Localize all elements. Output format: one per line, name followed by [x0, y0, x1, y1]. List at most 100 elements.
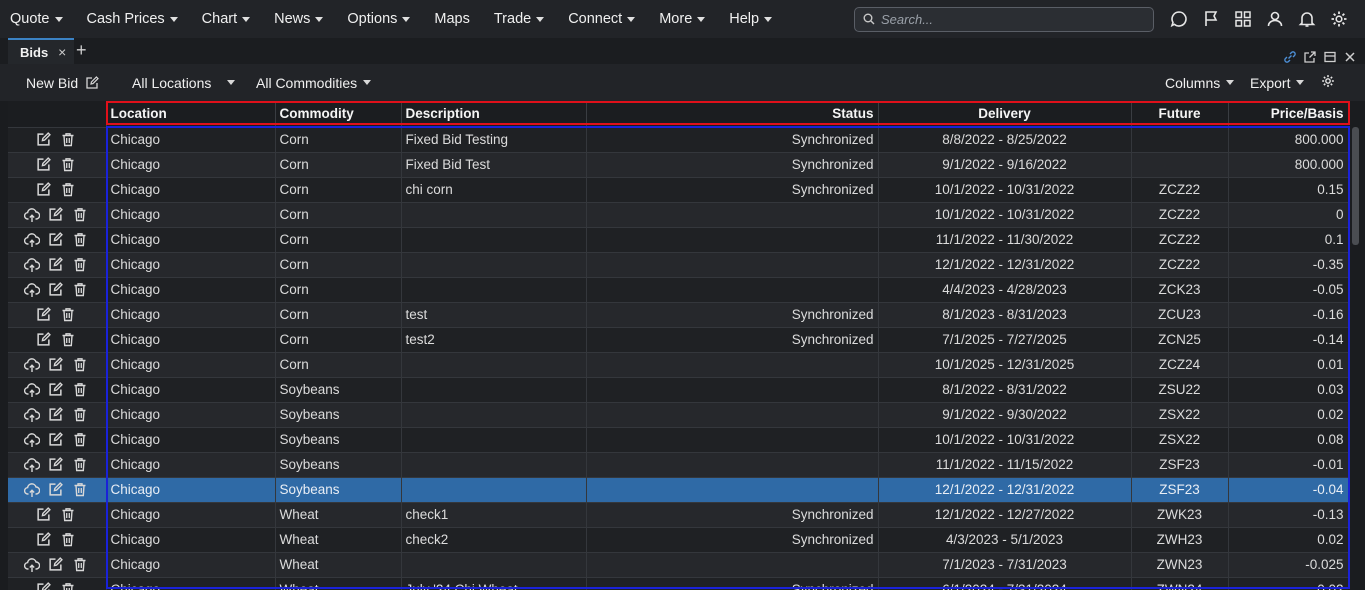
nav-item-maps[interactable]: Maps	[422, 0, 481, 38]
gear-icon[interactable]	[1323, 0, 1355, 38]
cell-description[interactable]	[401, 551, 587, 577]
cell-delivery[interactable]: 8/1/2022 - 8/31/2022	[878, 376, 1132, 402]
cell-delivery[interactable]: 4/4/2023 - 4/28/2023	[878, 276, 1132, 302]
cell-price-basis[interactable]: 800.000	[1228, 126, 1348, 152]
cell-status[interactable]	[586, 251, 879, 277]
cell-future[interactable]: ZCK23	[1131, 276, 1229, 302]
cell-description[interactable]	[401, 401, 587, 427]
add-tab-button[interactable]: +	[76, 40, 87, 61]
cell-future[interactable]: ZSF23	[1131, 476, 1229, 502]
cell-status[interactable]: Synchronized	[586, 301, 879, 327]
cell-status[interactable]: Synchronized	[586, 526, 879, 552]
trash-icon[interactable]	[72, 232, 88, 248]
trash-icon[interactable]	[60, 132, 76, 148]
cell-future[interactable]: ZSX22	[1131, 401, 1229, 427]
cell-description[interactable]: Fixed Bid Test	[401, 151, 587, 177]
table-row[interactable]: Chicago Wheat 7/1/2023 - 7/31/2023 ZWN23 -0.…	[8, 551, 1348, 577]
trash-icon[interactable]	[72, 207, 88, 223]
cell-future[interactable]: ZSU22	[1131, 376, 1229, 402]
edit-icon[interactable]	[36, 132, 52, 148]
trash-icon[interactable]	[72, 357, 88, 373]
header-location[interactable]: Location	[106, 101, 276, 127]
upload-cloud-icon[interactable]	[23, 432, 40, 448]
cell-future[interactable]: ZCZ24	[1131, 351, 1229, 377]
cell-delivery[interactable]: 6/1/2024 - 7/31/2024	[878, 576, 1132, 590]
cell-description[interactable]: July '24 Chi Wheat	[401, 576, 587, 590]
cell-future[interactable]: ZWN24	[1131, 576, 1229, 590]
cell-price-basis[interactable]: -0.01	[1228, 451, 1348, 477]
user-icon[interactable]	[1259, 0, 1291, 38]
cell-location[interactable]: Chicago	[106, 476, 276, 502]
cell-location[interactable]: Chicago	[106, 151, 276, 177]
cell-location[interactable]: Chicago	[106, 501, 276, 527]
cell-future[interactable]: ZCZ22	[1131, 226, 1229, 252]
cell-delivery[interactable]: 7/1/2023 - 7/31/2023	[878, 551, 1132, 577]
cell-location[interactable]: Chicago	[106, 201, 276, 227]
cell-description[interactable]	[401, 201, 587, 227]
cell-status[interactable]	[586, 401, 879, 427]
header-price-basis[interactable]: Price/Basis	[1228, 101, 1348, 127]
trash-icon[interactable]	[72, 407, 88, 423]
close-icon[interactable]: ×	[58, 44, 66, 60]
columns-dropdown[interactable]: Columns	[1165, 64, 1235, 101]
cell-description[interactable]: check2	[401, 526, 587, 552]
cell-price-basis[interactable]: 0.02	[1228, 526, 1348, 552]
table-row[interactable]: Chicago Soybeans 8/1/2022 - 8/31/2022 ZSU22…	[8, 376, 1348, 402]
table-row[interactable]: Chicago Soybeans 11/1/2022 - 11/15/2022 ZSF…	[8, 451, 1348, 477]
cell-commodity[interactable]: Corn	[275, 226, 402, 252]
cell-delivery[interactable]: 11/1/2022 - 11/30/2022	[878, 226, 1132, 252]
cell-location[interactable]: Chicago	[106, 226, 276, 252]
table-row[interactable]: Chicago Corn 4/4/2023 - 4/28/2023 ZCK23 -0.0…	[8, 276, 1348, 302]
cell-description[interactable]: Fixed Bid Testing	[401, 126, 587, 152]
cell-commodity[interactable]: Wheat	[275, 551, 402, 577]
cell-description[interactable]: test	[401, 301, 587, 327]
cell-commodity[interactable]: Corn	[275, 251, 402, 277]
edit-icon[interactable]	[36, 307, 52, 323]
cell-price-basis[interactable]: 0	[1228, 201, 1348, 227]
cell-price-basis[interactable]: 0.01	[1228, 351, 1348, 377]
bell-icon[interactable]	[1291, 0, 1323, 38]
cell-price-basis[interactable]: 0.1	[1228, 226, 1348, 252]
cell-location[interactable]: Chicago	[106, 526, 276, 552]
cell-future[interactable]	[1131, 126, 1229, 152]
cell-status[interactable]	[586, 201, 879, 227]
cell-commodity[interactable]: Wheat	[275, 576, 402, 590]
cell-location[interactable]: Chicago	[106, 126, 276, 152]
trash-icon[interactable]	[60, 332, 76, 348]
trash-icon[interactable]	[72, 482, 88, 498]
table-row[interactable]: Chicago Corn Fixed Bid Testing Synchronized…	[8, 126, 1348, 152]
cell-status[interactable]: Synchronized	[586, 176, 879, 202]
cell-future[interactable]: ZCZ22	[1131, 176, 1229, 202]
cell-status[interactable]: Synchronized	[586, 326, 879, 352]
edit-icon[interactable]	[36, 582, 52, 590]
cell-commodity[interactable]: Corn	[275, 276, 402, 302]
cell-commodity[interactable]: Soybeans	[275, 401, 402, 427]
cell-description[interactable]	[401, 426, 587, 452]
edit-icon[interactable]	[48, 232, 64, 248]
scrollbar[interactable]	[1352, 127, 1359, 245]
edit-icon[interactable]	[36, 332, 52, 348]
cell-location[interactable]: Chicago	[106, 551, 276, 577]
table-row[interactable]: Chicago Corn 12/1/2022 - 12/31/2022 ZCZ22 -0…	[8, 251, 1348, 277]
cell-delivery[interactable]: 10/1/2022 - 10/31/2022	[878, 201, 1132, 227]
cell-delivery[interactable]: 10/1/2025 - 12/31/2025	[878, 351, 1132, 377]
cell-description[interactable]	[401, 376, 587, 402]
cell-delivery[interactable]: 9/1/2022 - 9/30/2022	[878, 401, 1132, 427]
trash-icon[interactable]	[60, 582, 76, 590]
cell-status[interactable]	[586, 551, 879, 577]
table-row[interactable]: Chicago Corn test Synchronized 8/1/2023 - 8/…	[8, 301, 1348, 327]
trash-icon[interactable]	[72, 282, 88, 298]
edit-icon[interactable]	[48, 257, 64, 273]
upload-cloud-icon[interactable]	[23, 282, 40, 298]
cell-delivery[interactable]: 7/1/2025 - 7/27/2025	[878, 326, 1132, 352]
cell-status[interactable]	[586, 426, 879, 452]
trash-icon[interactable]	[72, 432, 88, 448]
edit-icon[interactable]	[48, 282, 64, 298]
trash-icon[interactable]	[72, 557, 88, 573]
trash-icon[interactable]	[60, 182, 76, 198]
cell-future[interactable]: ZCZ22	[1131, 251, 1229, 277]
cell-delivery[interactable]: 8/1/2023 - 8/31/2023	[878, 301, 1132, 327]
edit-icon[interactable]	[48, 357, 64, 373]
upload-cloud-icon[interactable]	[23, 557, 40, 573]
cell-price-basis[interactable]: 0.02	[1228, 401, 1348, 427]
